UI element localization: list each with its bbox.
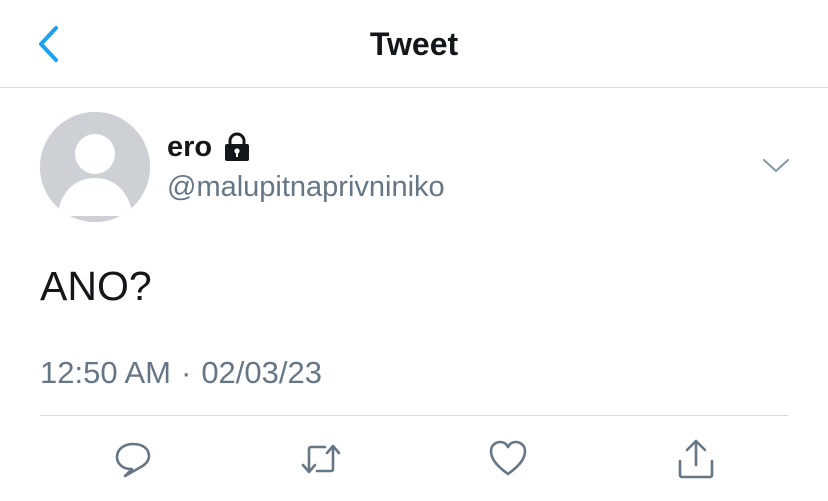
page-title: Tweet <box>369 26 459 62</box>
author-name: ero <box>167 131 213 163</box>
top-bar: Tweet <box>0 0 828 88</box>
reply-button[interactable] <box>110 436 156 482</box>
tweet-date: 02/03/23 <box>201 355 322 390</box>
like-button[interactable] <box>485 436 531 482</box>
author-name-row[interactable]: ero <box>167 131 252 163</box>
more-options-button[interactable] <box>760 150 792 182</box>
lock-icon <box>222 132 252 162</box>
retweet-icon <box>301 444 341 474</box>
tweet-timestamp: 12:50 AM · 02/03/23 <box>40 355 322 391</box>
chevron-down-icon <box>762 158 790 173</box>
tweet-text: ANO? <box>40 263 152 309</box>
author-handle[interactable]: @malupitnaprivniniko <box>167 170 445 204</box>
divider <box>40 415 788 416</box>
heart-icon <box>489 440 527 476</box>
default-avatar-icon <box>40 112 150 222</box>
tweet-time: 12:50 AM <box>40 355 171 390</box>
share-icon <box>678 439 714 479</box>
retweet-button[interactable] <box>298 436 344 482</box>
avatar[interactable] <box>40 112 150 222</box>
share-button[interactable] <box>673 436 719 482</box>
timestamp-separator: · <box>180 355 192 390</box>
reply-icon <box>115 442 151 478</box>
